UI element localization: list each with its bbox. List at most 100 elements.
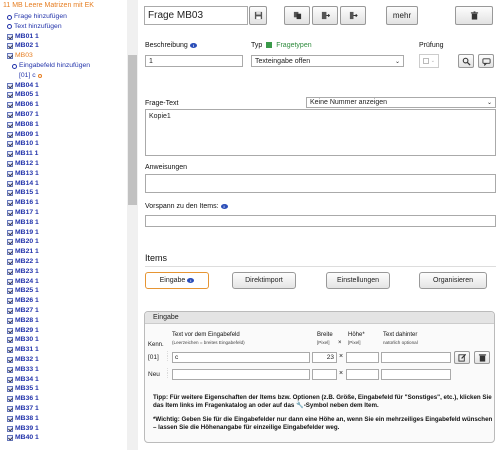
checkbox-icon[interactable] — [7, 278, 13, 285]
sidebar-scrollbar[interactable] — [127, 0, 138, 450]
sidebar-item[interactable]: MB04 1 — [7, 81, 39, 91]
checkbox-icon[interactable] — [7, 347, 13, 354]
sidebar-item[interactable]: MB32 1 — [7, 355, 39, 365]
new-item-width-input[interactable] — [312, 369, 337, 380]
checkbox-icon[interactable] — [7, 161, 13, 167]
question-title-input[interactable]: Frage MB03 — [144, 6, 248, 25]
sidebar-item[interactable]: MB33 1 — [7, 365, 39, 375]
checkbox-icon[interactable] — [7, 366, 13, 373]
new-item-after-input[interactable] — [381, 369, 451, 380]
question-text-area[interactable]: Kopie1 — [145, 109, 496, 156]
tab-eingabe[interactable]: Eingabe i — [145, 272, 209, 289]
sidebar-item[interactable]: MB21 1 — [7, 247, 39, 257]
sidebar-item[interactable]: MB11 1 — [7, 149, 38, 159]
checkbox-icon[interactable] — [7, 180, 13, 187]
sidebar-item[interactable]: MB18 1 — [7, 218, 39, 228]
sidebar-item[interactable]: MB10 1 — [7, 139, 39, 149]
sidebar-action[interactable]: Frage hinzufügen — [7, 12, 67, 22]
checkbox-icon[interactable] — [7, 249, 13, 256]
edit-item-button[interactable] — [454, 351, 470, 364]
sidebar-item[interactable]: MB20 1 — [7, 237, 39, 247]
checkbox-icon[interactable] — [7, 121, 13, 128]
checkbox-icon[interactable] — [7, 259, 13, 265]
new-item-height-input[interactable] — [346, 369, 379, 380]
checkbox-icon[interactable] — [7, 219, 13, 226]
checkbox-icon[interactable] — [7, 308, 13, 314]
checkbox-icon[interactable] — [7, 435, 13, 442]
checkbox-icon[interactable] — [7, 170, 13, 177]
sidebar-item[interactable]: MB38 1 — [7, 414, 39, 424]
item-text-input[interactable]: c — [172, 352, 310, 363]
question-types-link[interactable]: Fragetypen — [276, 42, 311, 49]
sidebar-item[interactable]: MB29 1 — [7, 326, 39, 336]
sidebar-item[interactable]: MB16 1 — [7, 198, 39, 208]
sidebar-item[interactable]: MB07 1 — [7, 110, 39, 120]
info-icon[interactable]: i — [220, 203, 228, 209]
checkbox-icon[interactable] — [7, 415, 13, 422]
search-validation-button[interactable] — [458, 54, 474, 68]
sidebar-item[interactable]: MB34 1 — [7, 375, 39, 385]
checkbox-icon[interactable] — [7, 298, 13, 305]
checkbox-icon[interactable] — [7, 386, 13, 393]
info-icon[interactable]: i — [189, 42, 197, 48]
sidebar-item[interactable]: MB30 1 — [7, 335, 39, 345]
scrollbar-thumb[interactable] — [128, 55, 137, 205]
item-height-input[interactable] — [346, 352, 379, 363]
checkbox-icon[interactable] — [7, 376, 13, 383]
sidebar-item[interactable]: MB28 1 — [7, 316, 39, 326]
sidebar-item[interactable]: MB05 1 — [7, 90, 39, 100]
sidebar-item[interactable]: MB35 1 — [7, 384, 39, 394]
validation-select[interactable]: ⌄ — [419, 54, 439, 68]
checkbox-icon[interactable] — [7, 268, 13, 275]
checkbox-icon[interactable] — [7, 357, 13, 363]
checkbox-icon[interactable] — [7, 131, 13, 138]
tab-direktimport[interactable]: Direktimport — [232, 272, 296, 289]
sidebar-item[interactable]: MB15 1 — [7, 188, 39, 198]
copy-button[interactable] — [284, 6, 310, 25]
checkbox-icon[interactable] — [7, 53, 13, 60]
checkbox-icon[interactable] — [7, 82, 13, 89]
item-width-input[interactable]: 23 — [312, 352, 337, 363]
item-after-input[interactable] — [381, 352, 451, 363]
sidebar-item-active[interactable]: MB03 — [7, 51, 33, 61]
sidebar-item[interactable]: MB08 1 — [7, 120, 39, 130]
checkbox-icon[interactable] — [7, 210, 13, 216]
sidebar-item[interactable]: MB17 1 — [7, 208, 39, 218]
checkbox-icon[interactable] — [7, 239, 13, 246]
sidebar-item[interactable]: MB39 1 — [7, 424, 39, 434]
delete-item-button[interactable] — [474, 351, 490, 364]
instructions-area[interactable] — [145, 174, 496, 193]
description-input[interactable]: 1 — [145, 55, 243, 67]
sidebar-subitem[interactable]: Eingabefeld hinzufügen — [12, 61, 90, 71]
numbering-select[interactable]: Keine Nummer anzeigen ⌄ — [306, 97, 496, 108]
checkbox-icon[interactable] — [7, 102, 13, 109]
sidebar-item[interactable]: MB26 1 — [7, 296, 39, 306]
checkbox-icon[interactable] — [7, 112, 13, 118]
sidebar-item[interactable]: MB23 1 — [7, 267, 39, 277]
checkbox-icon[interactable] — [7, 151, 13, 158]
sidebar-action[interactable]: Text hinzufügen — [7, 22, 62, 32]
tab-organisieren[interactable]: Organisieren — [419, 272, 487, 289]
sidebar-item[interactable]: MB25 1 — [7, 286, 39, 296]
sidebar-item[interactable]: MB27 1 — [7, 306, 39, 316]
checkbox-icon[interactable] — [7, 317, 13, 324]
checkbox-icon[interactable] — [7, 190, 13, 197]
sidebar-item[interactable]: MB09 1 — [7, 130, 39, 140]
delete-button[interactable] — [455, 6, 493, 25]
save-button[interactable] — [249, 6, 267, 25]
drag-handle-icon[interactable]: ⋮ ⋮ — [165, 352, 171, 362]
checkbox-icon[interactable] — [7, 200, 13, 207]
sidebar-item[interactable]: MB40 1 — [7, 433, 39, 443]
checkbox-icon[interactable] — [7, 337, 13, 344]
checkbox-icon[interactable] — [7, 288, 13, 295]
checkbox-icon[interactable] — [7, 33, 13, 40]
checkbox-icon[interactable] — [7, 43, 13, 50]
checkbox-icon[interactable] — [7, 406, 13, 412]
sidebar-subitem-field[interactable]: [01] c — [19, 71, 42, 81]
checkbox-icon[interactable] — [7, 92, 13, 99]
checkbox-icon[interactable] — [7, 141, 13, 148]
sidebar-item[interactable]: MB19 1 — [7, 228, 39, 238]
sidebar-item[interactable]: MB24 1 — [7, 277, 39, 287]
sidebar-item[interactable]: MB31 1 — [7, 345, 39, 355]
sidebar-item[interactable]: MB12 1 — [7, 159, 39, 169]
